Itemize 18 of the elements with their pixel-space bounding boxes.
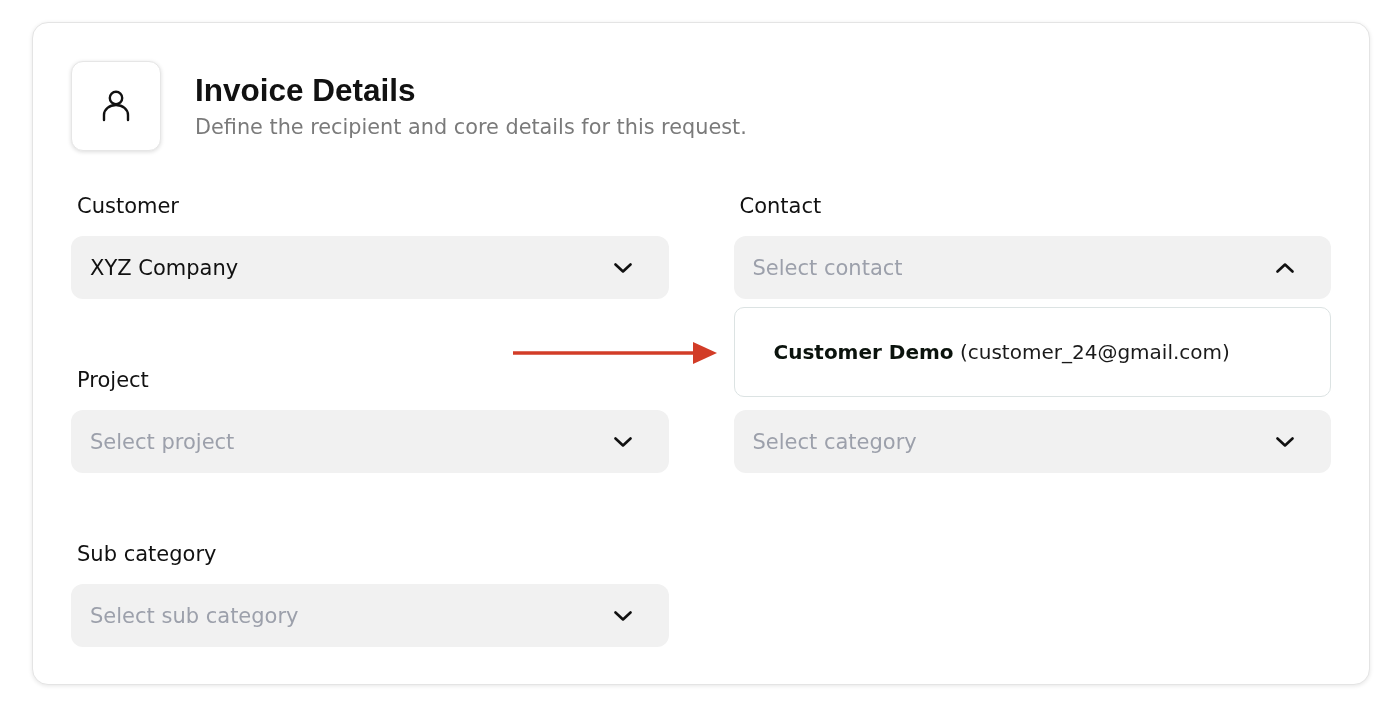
select-field[interactable]: Select sub category	[71, 584, 669, 647]
chevron-down-icon	[613, 262, 632, 273]
chevron-down-icon	[613, 610, 632, 621]
section-title: Invoice Details	[195, 73, 416, 107]
select-field[interactable]: XYZ Company	[71, 236, 669, 299]
dropdown-option[interactable]: Customer Demo (customer_24@gmail.com)	[734, 308, 1330, 396]
select-field[interactable]: Select category	[733, 410, 1331, 473]
field-label: Sub category	[77, 542, 217, 566]
field-label: Contact	[739, 194, 822, 218]
section-subtitle: Define the recipient and core details for this request.	[195, 115, 747, 139]
select-field[interactable]: Select project	[71, 410, 669, 473]
field-label: Customer	[77, 194, 179, 218]
select-field[interactable]: Select contact	[733, 236, 1331, 299]
chevron-up-icon	[1276, 262, 1294, 273]
chevron-down-icon	[613, 436, 632, 447]
field-label: Project	[77, 368, 149, 392]
chevron-down-icon	[1276, 436, 1294, 447]
person-icon	[71, 61, 161, 151]
